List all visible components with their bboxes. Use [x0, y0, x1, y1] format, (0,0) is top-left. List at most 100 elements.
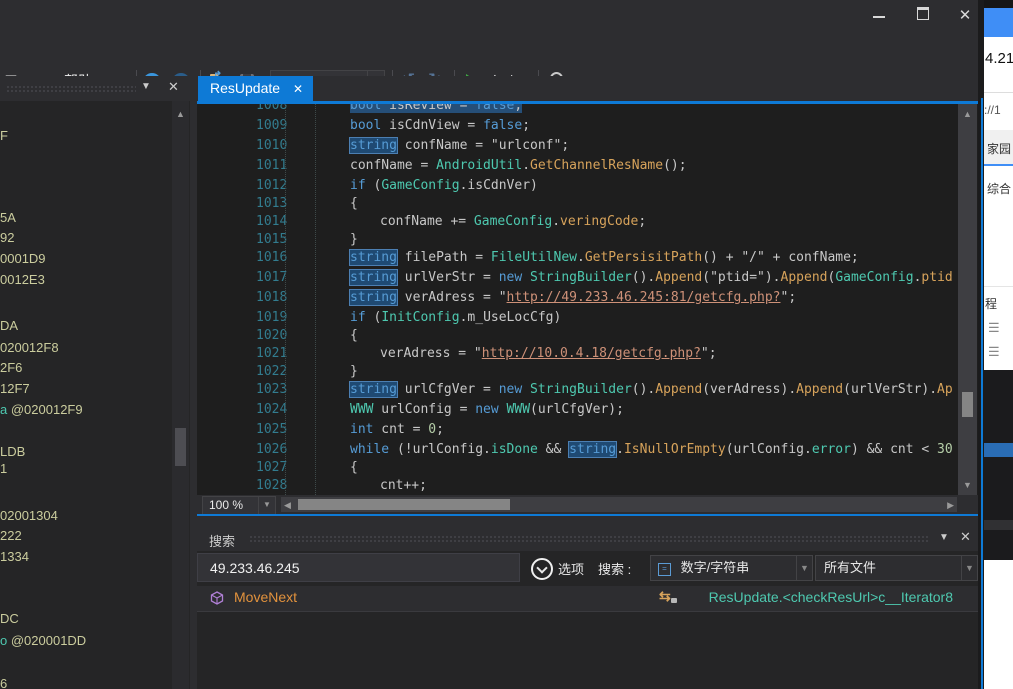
code-line[interactable]: 1017string urlVerStr = new StringBuilder…: [197, 268, 958, 288]
maximize-button[interactable]: [910, 6, 936, 26]
zoom-combo[interactable]: 100 % ▼: [202, 496, 276, 515]
code-line[interactable]: 1008bool isReview = false;: [197, 104, 958, 116]
search-scope-combo[interactable]: 所有文件 ▼: [815, 555, 978, 581]
scrollbar-thumb[interactable]: [298, 499, 510, 510]
list-icon: =: [658, 563, 671, 576]
search-panel: 搜索 ▼ ✕ 49.233.46.245 选项 搜索 : = 数字/字符串 ▼: [197, 527, 978, 689]
scroll-left-icon[interactable]: ◀: [284, 500, 291, 511]
sidebar-item: o @020001DD: [0, 633, 86, 648]
code-line[interactable]: 1020{: [197, 328, 958, 344]
search-type-combo[interactable]: = 数字/字符串 ▼: [650, 555, 813, 581]
line-number: 1018: [197, 288, 290, 308]
search-input-row: 49.233.46.245 选项 搜索 : = 数字/字符串 ▼ 所有文件 ▼: [197, 553, 978, 584]
scroll-down-icon[interactable]: ▼: [958, 480, 977, 490]
line-number: 1023: [197, 380, 290, 400]
search-panel-title: 搜索: [209, 531, 235, 550]
editor-vscrollbar[interactable]: ▲ ▼: [958, 104, 977, 495]
sidebar-item: LDB: [0, 444, 25, 459]
code-line[interactable]: 1009bool isCdnView = false;: [197, 116, 958, 136]
lock-icon: [671, 598, 677, 603]
code-line[interactable]: 1022}: [197, 364, 958, 380]
bg-dark-block: [984, 370, 1013, 560]
sidebar-item: 1334: [0, 549, 29, 564]
sidebar-item: 2F6: [0, 360, 22, 375]
sidebar-item: F: [0, 128, 8, 143]
line-number: 1020: [197, 328, 290, 344]
sidebar-item: 02001304: [0, 508, 58, 523]
code-line[interactable]: 1010string confName = "urlconf";: [197, 136, 958, 156]
line-number: 1028: [197, 476, 290, 495]
search-options-area: 选项 搜索 : = 数字/字符串 ▼ 所有文件 ▼: [520, 553, 978, 584]
code-line[interactable]: 1015}: [197, 232, 958, 248]
chevron-down-icon[interactable]: ▼: [961, 556, 977, 580]
code-line[interactable]: 1014confName += GameConfig.veringCode;: [197, 212, 958, 232]
panel-close-icon[interactable]: ✕: [168, 79, 179, 95]
line-number: 1025: [197, 420, 290, 440]
editor-hscrollbar[interactable]: ◀ ▶: [281, 497, 957, 512]
line-number: 1014: [197, 212, 290, 232]
code-line[interactable]: 1028cnt++;: [197, 476, 958, 495]
tab-resupdate[interactable]: ResUpdate ✕: [198, 76, 313, 101]
left-panel-scrollbar[interactable]: ▲: [172, 101, 189, 689]
list-icon: ☰: [988, 320, 1000, 336]
close-button[interactable]: ✕: [952, 6, 978, 26]
search-result-row[interactable]: MoveNext ⇆ ResUpdate.<checkResUrl>c__Ite…: [197, 586, 978, 612]
zoom-value: 100 %: [203, 498, 243, 512]
minimize-button[interactable]: [866, 6, 892, 26]
search-type-value: 数字/字符串: [681, 560, 750, 575]
options-label[interactable]: 选项: [558, 559, 584, 578]
code-line[interactable]: 1026while (!urlConfig.isDone && string.I…: [197, 440, 958, 460]
panel-close-icon[interactable]: ✕: [960, 529, 971, 545]
code-editor[interactable]: 1008bool isReview = false;1009bool isCdn…: [197, 104, 958, 495]
line-number: 1012: [197, 176, 290, 196]
panel-menu-chevron-icon[interactable]: ▼: [141, 81, 151, 92]
code-line[interactable]: 1023string urlCfgVer = new StringBuilder…: [197, 380, 958, 400]
code-line[interactable]: 1027{: [197, 460, 958, 476]
code-line[interactable]: 1011confName = AndroidUtil.GetChannelRes…: [197, 156, 958, 176]
menu-toolbar: 口(W) 帮助(H) ← → ↱ C# ▼ ↺ ↻ 启动: [0, 30, 978, 76]
code-line[interactable]: 1018string verAdress = "http://49.233.46…: [197, 288, 958, 308]
scroll-up-icon[interactable]: ▲: [172, 109, 189, 119]
code-line[interactable]: 1021verAdress = "http://10.0.4.18/getcfg…: [197, 344, 958, 364]
code-line[interactable]: 1012if (GameConfig.isCdnVer): [197, 176, 958, 196]
minimize-icon: [873, 16, 885, 18]
code-line[interactable]: 1019if (InitConfig.m_UseLocCfg): [197, 308, 958, 328]
search-label: 搜索 :: [598, 559, 631, 578]
options-circle-chevron-icon[interactable]: [531, 558, 553, 580]
line-number: 1019: [197, 308, 290, 328]
bg-text-1: 4.21: [985, 50, 1013, 67]
sidebar-item: a @020012F9: [0, 402, 83, 417]
line-number: 1022: [197, 364, 290, 380]
sidebar-item: DA: [0, 318, 18, 333]
editor-panel-separator: [197, 514, 978, 516]
line-number: 1009: [197, 116, 290, 136]
scroll-right-icon[interactable]: ▶: [947, 500, 954, 511]
line-number: 1024: [197, 400, 290, 420]
scrollbar-thumb[interactable]: [962, 392, 973, 417]
scroll-up-icon[interactable]: ▲: [958, 109, 977, 119]
line-number: 1017: [197, 268, 290, 288]
result-location[interactable]: ResUpdate.<checkResUrl>c__Iterator8: [709, 589, 953, 605]
search-scope-value: 所有文件: [816, 560, 876, 575]
line-number: 1013: [197, 196, 290, 212]
sidebar-item: 0001D9: [0, 251, 46, 266]
sidebar-item: DC: [0, 611, 19, 626]
search-panel-header[interactable]: 搜索 ▼ ✕: [197, 527, 978, 551]
scrollbar-thumb[interactable]: [175, 428, 186, 466]
browser-header: [984, 8, 1013, 37]
search-query-input[interactable]: 49.233.46.245: [197, 553, 520, 582]
left-panel-header[interactable]: ▼ ✕: [0, 76, 190, 101]
code-line[interactable]: 1024WWW urlConfig = new WWW(urlCfgVer);: [197, 400, 958, 420]
code-line[interactable]: 1025int cnt = 0;: [197, 420, 958, 440]
chevron-down-icon[interactable]: ▼: [796, 556, 812, 580]
code-line[interactable]: 1013{: [197, 196, 958, 212]
title-bar: ✕: [0, 0, 978, 30]
sidebar-item: 1: [0, 461, 7, 476]
chevron-down-icon[interactable]: ▼: [258, 497, 275, 514]
code-line[interactable]: 1016string filePath = FileUtilNew.GetPer…: [197, 248, 958, 268]
left-dock-panel: ▼ ✕ F5A920001D90012E3DA020012F82F612F7a …: [0, 76, 190, 689]
method-cube-icon: [210, 591, 224, 605]
tab-close-icon[interactable]: ✕: [293, 82, 303, 96]
panel-menu-chevron-icon[interactable]: ▼: [939, 532, 949, 543]
result-method-name[interactable]: MoveNext: [234, 589, 297, 605]
